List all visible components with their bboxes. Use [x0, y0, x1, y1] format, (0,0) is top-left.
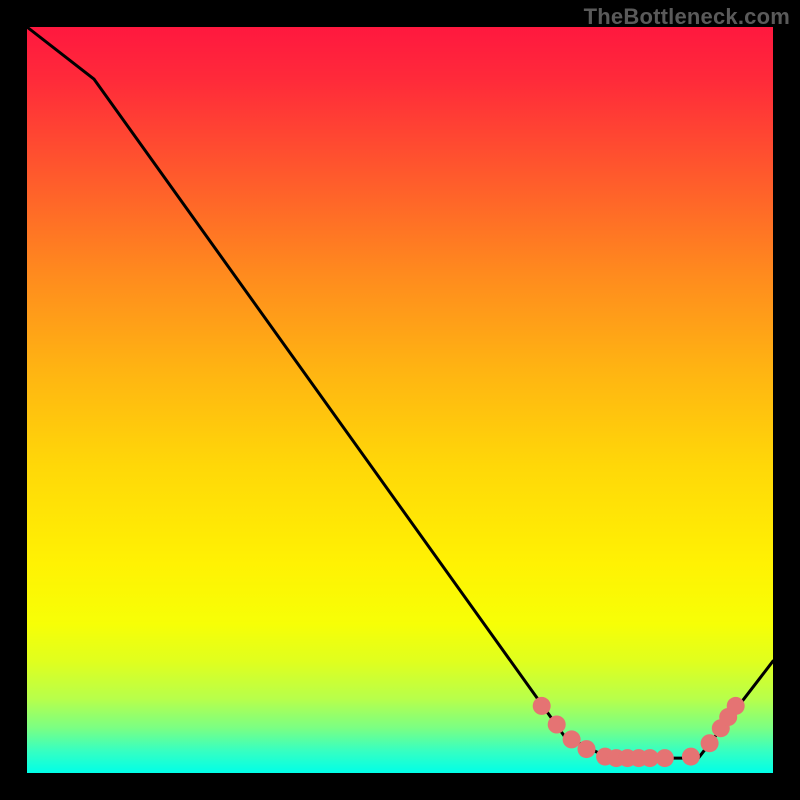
marker-dot	[578, 740, 596, 758]
chart-overlay	[27, 27, 773, 773]
watermark-text: TheBottleneck.com	[584, 4, 790, 30]
marker-dot	[682, 748, 700, 766]
marker-dot	[701, 734, 719, 752]
marker-dot	[533, 697, 551, 715]
chart-frame: TheBottleneck.com	[0, 0, 800, 800]
marker-dot	[563, 730, 581, 748]
chart-markers	[533, 697, 745, 767]
marker-dot	[656, 749, 674, 767]
marker-dot	[548, 716, 566, 734]
marker-dot	[727, 697, 745, 715]
chart-plot-area	[27, 27, 773, 773]
chart-curve	[27, 27, 773, 758]
